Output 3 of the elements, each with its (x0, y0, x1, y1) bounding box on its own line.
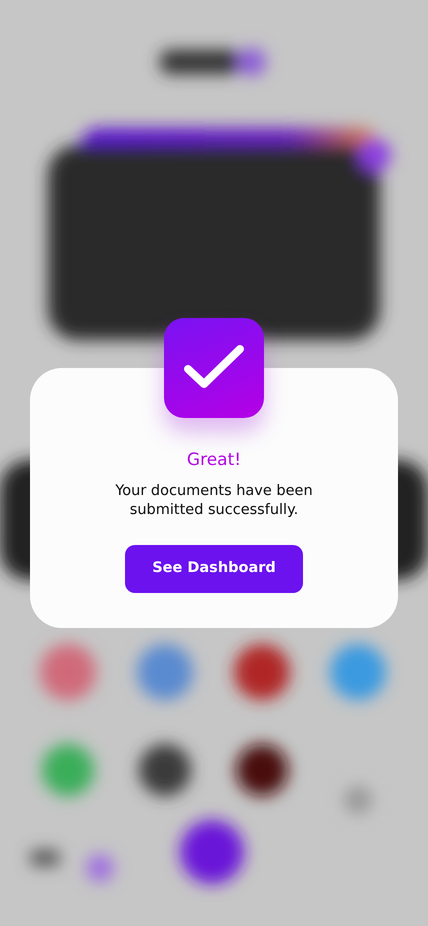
dialog-title: Great! (186, 449, 242, 472)
dialog-message: Your documents have been submitted successfully. (114, 482, 314, 520)
see-dashboard-button[interactable]: See Dashboard (125, 544, 303, 593)
